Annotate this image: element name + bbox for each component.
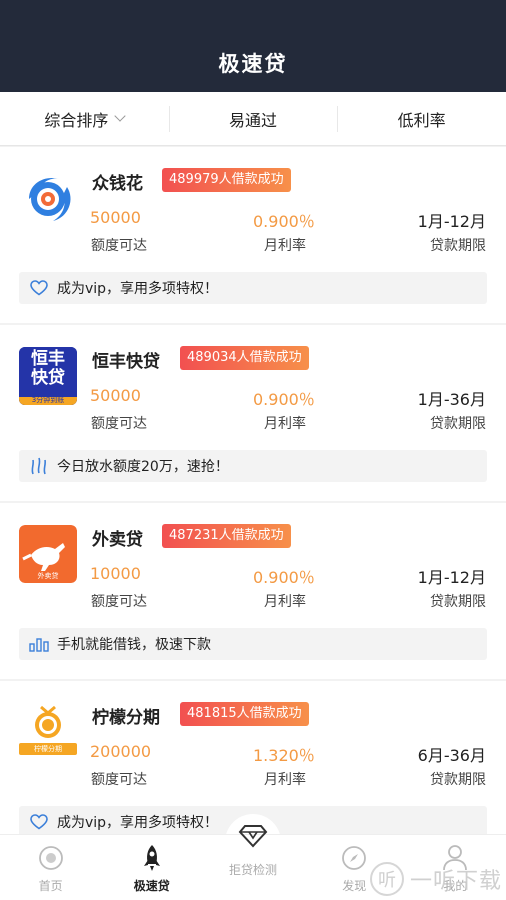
- amount-value: 50000: [90, 386, 141, 405]
- promo-note-text: 今日放水额度20万，速抢！: [57, 459, 229, 475]
- product-card[interactable]: 外卖贷 外卖贷 487231人借款成功 10000 0.900％ 1月-12月 …: [0, 503, 506, 679]
- amount-value: 200000: [90, 742, 152, 761]
- diamond-icon: [238, 819, 268, 853]
- coin-logo: 柠檬分期: [19, 703, 77, 761]
- term-value: 1月-12月: [417, 212, 486, 231]
- product-name: 外卖贷: [92, 530, 143, 550]
- tab-fast-loan-label: 极速贷: [133, 879, 170, 893]
- product-name: 柠檬分期: [92, 708, 160, 728]
- product-card[interactable]: 恒丰 快贷 3分钟到账 恒丰快贷 489034人借款成功 50000 0.900…: [0, 325, 506, 501]
- rate-value: 0.900％: [253, 390, 315, 409]
- logo-subtext: 3分钟到账: [31, 396, 65, 404]
- rate-label: 月利率: [264, 238, 306, 254]
- rate-value: 1.320％: [253, 746, 315, 765]
- rocket-icon: [141, 841, 163, 875]
- filter-bar: 综合排序 易通过 低利率: [0, 92, 506, 146]
- amount-label: 额度可达: [91, 772, 147, 788]
- product-name: 恒丰快贷: [92, 352, 160, 372]
- term-value: 1月-12月: [417, 568, 486, 587]
- filter-low-rate-label: 低利率: [397, 110, 446, 130]
- promo-note-text: 成为vip，享用多项特权！: [57, 281, 219, 297]
- tab-fast-loan[interactable]: 极速贷: [101, 835, 202, 900]
- water-icon: [29, 456, 49, 476]
- kangaroo-logo: 外卖贷: [19, 525, 77, 583]
- tab-discover-label: 发现: [342, 879, 367, 893]
- watermark: 听 一听下载: [369, 862, 502, 896]
- tab-home[interactable]: 首页: [0, 835, 101, 900]
- spiral-logo: [19, 169, 77, 227]
- term-value: 6月-36月: [417, 746, 486, 765]
- term-value: 1月-36月: [417, 390, 486, 409]
- promo-note-text: 手机就能借钱，极速下款: [57, 637, 211, 653]
- bar-chart-icon: [29, 634, 49, 654]
- amount-label: 额度可达: [91, 238, 147, 254]
- success-badge: 487231人借款成功: [162, 524, 291, 548]
- logo-subtext: 外卖贷: [37, 572, 59, 580]
- logo-text-bottom: 快贷: [31, 368, 65, 388]
- rate-label: 月利率: [264, 772, 306, 788]
- success-badge: 481815人借款成功: [180, 702, 309, 726]
- logo-text-top: 恒丰: [31, 349, 65, 369]
- amount-value: 10000: [90, 564, 141, 583]
- compass-icon: [341, 841, 367, 875]
- rate-value: 0.900％: [253, 568, 315, 587]
- heart-icon: [29, 278, 49, 298]
- watermark-logo: 听: [369, 862, 404, 896]
- amount-label: 额度可达: [91, 416, 147, 432]
- product-name: 众钱花: [92, 174, 143, 194]
- tab-reject-check[interactable]: 拒贷检测: [202, 825, 303, 900]
- promo-note[interactable]: 成为vip，享用多项特权！: [19, 272, 487, 304]
- term-label: 贷款期限: [430, 594, 486, 610]
- watermark-text: 一听下载: [409, 869, 502, 894]
- app-header: 极速贷: [0, 0, 506, 92]
- home-icon: [38, 841, 64, 875]
- filter-sort[interactable]: 综合排序: [0, 92, 169, 145]
- product-card[interactable]: 众钱花 489979人借款成功 50000 0.900％ 1月-12月 额度可达…: [0, 147, 506, 323]
- rate-value: 0.900％: [253, 212, 315, 231]
- success-badge: 489979人借款成功: [162, 168, 291, 192]
- filter-sort-label: 综合排序: [44, 110, 109, 130]
- hengfeng-logo: 恒丰 快贷 3分钟到账: [19, 347, 77, 405]
- tab-home-label: 首页: [38, 879, 63, 893]
- filter-easy-pass-label: 易通过: [229, 110, 278, 130]
- term-label: 贷款期限: [430, 416, 486, 432]
- tab-reject-check-label: 拒贷检测: [229, 863, 278, 877]
- chevron-down-icon: [114, 110, 127, 122]
- amount-label: 额度可达: [91, 594, 147, 610]
- amount-value: 50000: [90, 208, 141, 227]
- filter-easy-pass[interactable]: 易通过: [168, 92, 338, 145]
- rate-label: 月利率: [264, 416, 306, 432]
- term-label: 贷款期限: [430, 772, 486, 788]
- heart-icon: [29, 812, 49, 832]
- rate-label: 月利率: [264, 594, 306, 610]
- promo-note[interactable]: 今日放水额度20万，速抢！: [19, 450, 487, 482]
- promo-note-text: 成为vip，享用多项特权！: [57, 815, 219, 831]
- term-label: 贷款期限: [430, 238, 486, 254]
- product-list: 众钱花 489979人借款成功 50000 0.900％ 1月-12月 额度可达…: [0, 147, 506, 859]
- filter-low-rate[interactable]: 低利率: [337, 92, 506, 145]
- page-title: 极速贷: [218, 52, 288, 76]
- logo-subtext: 柠檬分期: [34, 745, 62, 753]
- success-badge: 489034人借款成功: [180, 346, 309, 370]
- promo-note[interactable]: 手机就能借钱，极速下款: [19, 628, 487, 660]
